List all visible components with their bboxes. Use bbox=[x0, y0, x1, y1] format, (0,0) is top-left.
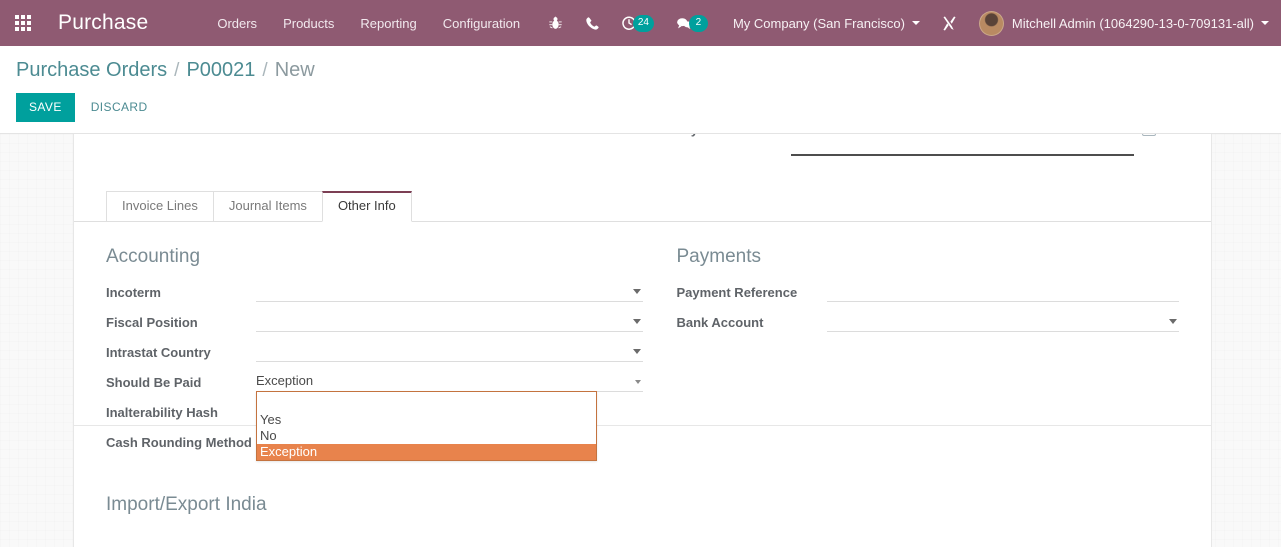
accounting-group-title: Accounting bbox=[106, 246, 201, 267]
notebook: Invoice Lines Journal Items Other Info bbox=[74, 191, 1211, 222]
tab-other-info[interactable]: Other Info bbox=[321, 191, 412, 222]
chevron-down-icon bbox=[634, 380, 641, 384]
field-label-should-be-paid: Should Be Paid bbox=[106, 375, 202, 390]
discard-button[interactable]: DISCARD bbox=[81, 93, 158, 122]
user-menu[interactable]: Mitchell Admin (1064290-13-0-709131-all) bbox=[969, 0, 1273, 46]
field-fiscal-position: Fiscal Position bbox=[106, 312, 643, 332]
avatar bbox=[978, 10, 1004, 36]
menu-item-configuration[interactable]: Configuration bbox=[430, 2, 533, 45]
import-export-india-title: Import/Export India bbox=[106, 494, 267, 515]
form-sheet: Currency USD Invoice Lines Journal Items… bbox=[73, 134, 1212, 547]
payments-group: Payments Payment Reference Bank Account bbox=[643, 246, 1179, 462]
chevron-down-icon bbox=[1169, 319, 1177, 324]
breadcrumb-separator: / bbox=[174, 60, 180, 81]
should-be-paid-options-list[interactable]: Yes No Exception bbox=[256, 391, 597, 461]
menu-item-orders[interactable]: Orders bbox=[204, 2, 270, 45]
chevron-down-icon bbox=[632, 349, 641, 354]
save-button[interactable]: SAVE bbox=[16, 93, 75, 122]
chevron-down-icon bbox=[1261, 21, 1269, 25]
chevron-down-icon bbox=[632, 289, 641, 294]
apps-grid-icon bbox=[15, 15, 31, 31]
bank-account-select[interactable] bbox=[826, 312, 1179, 332]
field-label-fiscal-position: Fiscal Position bbox=[106, 315, 198, 330]
field-label-bank-account: Bank Account bbox=[676, 315, 764, 330]
record-action-buttons: SAVE DISCARD bbox=[0, 82, 1281, 133]
field-intrastat-country: Intrastat Country bbox=[106, 342, 643, 362]
currency-label: Currency bbox=[641, 134, 698, 137]
should-be-paid-value: Exception bbox=[256, 373, 314, 388]
internal-link-icon[interactable] bbox=[1142, 134, 1156, 136]
app-brand-title[interactable]: Purchase bbox=[46, 11, 162, 35]
should-be-paid-select[interactable]: Exception bbox=[256, 372, 643, 392]
field-label-intrastat-country: Intrastat Country bbox=[106, 345, 211, 360]
field-label-incoterm: Incoterm bbox=[106, 285, 161, 300]
main-menu: Orders Products Reporting Configuration bbox=[204, 2, 533, 45]
breadcrumb: Purchase Orders / P00021 / New bbox=[0, 46, 1281, 82]
other-info-tab-content: Accounting Incoterm Fiscal Position Intr… bbox=[74, 246, 1211, 462]
menu-item-reporting[interactable]: Reporting bbox=[347, 2, 429, 45]
activity-count-badge: 24 bbox=[632, 14, 654, 32]
accounting-group: Accounting Incoterm Fiscal Position Intr… bbox=[106, 246, 643, 462]
breadcrumb-item-p00021[interactable]: P00021 bbox=[186, 59, 255, 82]
breadcrumb-item-purchase-orders[interactable]: Purchase Orders bbox=[16, 59, 167, 82]
company-name: My Company (San Francisco) bbox=[732, 15, 905, 31]
incoterm-select[interactable] bbox=[256, 282, 643, 302]
field-label-cash-rounding-method: Cash Rounding Method bbox=[106, 435, 252, 450]
field-bank-account: Bank Account bbox=[676, 312, 1179, 332]
bug-icon[interactable] bbox=[537, 0, 574, 46]
menu-item-products[interactable]: Products bbox=[270, 2, 347, 45]
field-incoterm: Incoterm bbox=[106, 282, 643, 302]
currency-field-underline bbox=[791, 154, 1134, 156]
sheet-divider bbox=[74, 425, 1211, 426]
top-navbar: Purchase Orders Products Reporting Confi… bbox=[0, 0, 1281, 46]
activity-clock-icon[interactable]: 24 bbox=[610, 0, 665, 46]
field-label-payment-reference: Payment Reference bbox=[676, 285, 798, 300]
breadcrumb-current-new: New bbox=[274, 59, 315, 81]
user-name: Mitchell Admin (1064290-13-0-709131-all) bbox=[1011, 15, 1254, 31]
option-yes[interactable]: Yes bbox=[257, 412, 596, 428]
currency-value[interactable]: USD bbox=[792, 134, 819, 137]
apps-menu-button[interactable] bbox=[0, 0, 46, 46]
import-export-india-group: Import/Export India bbox=[106, 494, 1179, 530]
option-exception[interactable]: Exception bbox=[257, 444, 596, 460]
intrastat-country-select[interactable] bbox=[256, 342, 643, 362]
phone-icon[interactable] bbox=[574, 0, 610, 46]
field-payment-reference: Payment Reference bbox=[676, 282, 1179, 302]
payment-reference-input[interactable] bbox=[826, 282, 1179, 302]
messages-icon[interactable]: 2 bbox=[665, 0, 719, 46]
field-label-inalterability-hash: Inalterability Hash bbox=[106, 405, 218, 420]
fiscal-position-select[interactable] bbox=[256, 312, 643, 332]
currency-field-row: Currency USD bbox=[74, 134, 1211, 146]
chevron-down-icon bbox=[632, 319, 641, 324]
control-panel: Purchase Orders / P00021 / New SAVE DISC… bbox=[0, 46, 1281, 133]
notebook-tabs: Invoice Lines Journal Items Other Info bbox=[74, 191, 1211, 222]
option-empty[interactable] bbox=[257, 392, 596, 412]
form-view-content: Currency USD Invoice Lines Journal Items… bbox=[0, 133, 1281, 547]
tab-invoice-lines[interactable]: Invoice Lines bbox=[106, 191, 214, 222]
chevron-down-icon bbox=[911, 21, 920, 25]
field-should-be-paid: Should Be Paid Exception Yes No Exceptio… bbox=[106, 372, 643, 461]
payments-group-title: Payments bbox=[676, 246, 761, 267]
breadcrumb-separator: / bbox=[262, 60, 268, 81]
developer-tools-icon[interactable] bbox=[930, 0, 969, 46]
option-no[interactable]: No bbox=[257, 428, 596, 444]
messages-count-badge: 2 bbox=[688, 14, 708, 32]
company-switcher[interactable]: My Company (San Francisco) bbox=[719, 0, 930, 46]
navbar-systray: 24 2 My Company (San Francisco) Mitchell… bbox=[537, 0, 1281, 46]
tab-journal-items[interactable]: Journal Items bbox=[212, 191, 323, 222]
